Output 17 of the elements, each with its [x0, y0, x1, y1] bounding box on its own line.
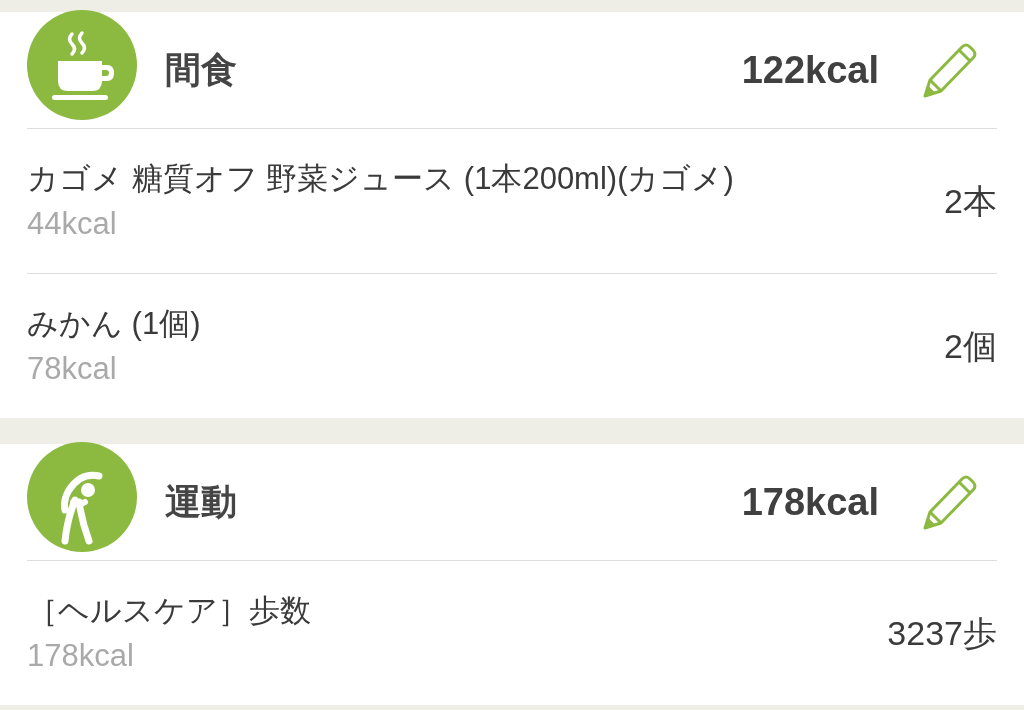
section-title: 間食 — [165, 52, 237, 88]
item-quantity: 3237歩 — [887, 616, 997, 650]
item-name: ［ヘルスケア］歩数 — [27, 592, 311, 630]
section-title: 運動 — [165, 484, 237, 520]
edit-button[interactable] — [923, 42, 979, 98]
item-calories: 178kcal — [27, 637, 135, 675]
item-calories: 78kcal — [27, 350, 118, 388]
pencil-icon — [923, 474, 979, 530]
item-calories: 44kcal — [27, 205, 118, 243]
section-total: 122kcal — [741, 51, 879, 89]
item-quantity: 2本 — [944, 184, 997, 218]
item-name: みかん (1個) — [27, 305, 201, 343]
edit-button[interactable] — [923, 474, 979, 530]
pencil-icon — [923, 42, 979, 98]
item-name: カゴメ 糖質オフ 野菜ジュース (1本200ml)(カゴメ) — [27, 160, 734, 198]
item-quantity: 2個 — [944, 329, 997, 363]
section-total: 178kcal — [741, 483, 879, 521]
